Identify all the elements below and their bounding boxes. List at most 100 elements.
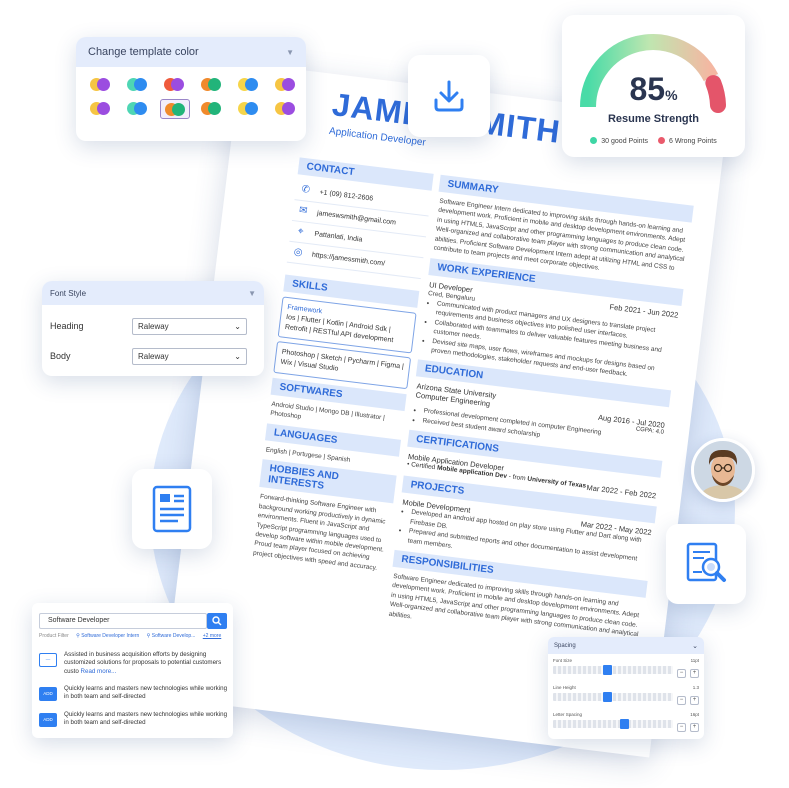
spacing-row: Letter Spacing 16pt − +	[553, 712, 699, 732]
legend-dot	[657, 137, 665, 144]
document-template-button[interactable]	[132, 469, 212, 549]
more-filters-link[interactable]: +2 more	[203, 633, 221, 639]
template-color-panel: Change template color ▼	[76, 37, 306, 141]
color-dot	[172, 103, 185, 116]
phone-text: +1 (09) 812-2606	[319, 188, 374, 203]
chevron-down-icon[interactable]: ▼	[248, 289, 256, 298]
font-style-title: Font Style	[50, 288, 87, 298]
increase-button[interactable]: +	[690, 723, 699, 732]
search-result-item: ADD Quickly learns and masters new techn…	[39, 685, 227, 702]
color-swatch[interactable]	[86, 99, 116, 119]
spacing-row-label: Font Size	[553, 658, 573, 663]
globe-icon: ◎	[293, 246, 304, 259]
spacing-row-labels: Line Height 1.3	[553, 685, 699, 690]
chevron-down-icon[interactable]: ⌄	[692, 642, 698, 650]
download-icon	[434, 80, 464, 112]
read-more-link[interactable]: Read more...	[81, 668, 117, 675]
result-text: Quickly learns and masters new technolog…	[64, 711, 228, 727]
good-points-legend: 30 good Points	[590, 137, 648, 145]
color-dot	[208, 78, 221, 91]
result-add-button[interactable]: ADD	[39, 713, 57, 727]
spacing-row-label: Line Height	[553, 685, 576, 690]
template-color-title: Change template color	[88, 46, 199, 58]
website-text: https://jamessmith.com/	[311, 251, 386, 268]
document-search-icon	[686, 542, 726, 582]
avatar[interactable]	[691, 438, 755, 502]
decrease-button[interactable]: −	[677, 696, 686, 705]
color-swatch[interactable]	[234, 75, 264, 95]
location-pin-icon: ⌖	[297, 225, 305, 238]
color-swatch[interactable]	[123, 75, 153, 95]
color-swatch[interactable]	[197, 99, 227, 119]
color-swatch[interactable]	[160, 75, 190, 95]
spacing-slider-track[interactable]	[553, 665, 673, 675]
search-button[interactable]	[207, 613, 227, 629]
color-swatch[interactable]	[160, 99, 190, 119]
increase-button[interactable]: +	[690, 669, 699, 678]
good-points-text: 30 good Points	[601, 138, 648, 145]
result-text: Quickly learns and masters new technolog…	[64, 685, 228, 701]
body-font-select[interactable]: Raleway ⌄	[132, 347, 247, 365]
spacing-slider-track[interactable]	[553, 719, 673, 729]
filter-chip[interactable]: ⚲ Software Developer Intern	[76, 633, 139, 639]
mail-icon: ✉	[298, 204, 309, 217]
spacing-panel: Spacing ⌄ Font Size 11pt − + Line Height 1.3−…	[548, 637, 704, 739]
spacing-slider-handle[interactable]	[603, 692, 612, 702]
decrease-button[interactable]: −	[677, 723, 686, 732]
search-filters: Product Filter ⚲ Software Developer Inte…	[39, 633, 221, 639]
user-avatar-icon	[694, 441, 752, 499]
font-style-header[interactable]: Font Style ▼	[42, 281, 264, 305]
decrease-button[interactable]: −	[677, 669, 686, 678]
strength-legend: 30 good Points 6 Wrong Points	[562, 137, 745, 145]
color-dot	[171, 78, 184, 91]
result-add-button[interactable]: ADD	[39, 687, 57, 701]
document-icon	[152, 485, 192, 533]
heading-font-select[interactable]: Raleway ⌄	[132, 317, 247, 335]
spacing-slider-track[interactable]	[553, 692, 673, 702]
email-text: jameswsmith@gmail.com	[316, 209, 397, 227]
spacing-row: Font Size 11pt − +	[553, 658, 699, 678]
spacing-row-label: Letter Spacing	[553, 712, 583, 717]
spacing-row-value: 1.3	[692, 685, 699, 690]
strength-number: 85	[629, 71, 666, 107]
resume-scan-button[interactable]	[666, 524, 746, 604]
strength-unit: %	[665, 87, 678, 103]
download-button[interactable]	[408, 55, 490, 137]
heading-font-value: Raleway	[138, 321, 169, 331]
resume-strength-card: 85% Resume Strength 30 good Points 6 Wro…	[562, 15, 745, 157]
spacing-row-value: 11pt	[690, 658, 699, 663]
filter-chip-label: Software Develop...	[151, 633, 196, 639]
spacing-slider-handle[interactable]	[603, 665, 612, 675]
color-swatch[interactable]	[86, 75, 116, 95]
color-dot	[97, 102, 110, 115]
filter-chip[interactable]: ⚲ Software Develop...	[147, 633, 196, 639]
spacing-slider-handle[interactable]	[620, 719, 629, 729]
spacing-header[interactable]: Spacing ⌄	[548, 637, 704, 654]
color-dot	[282, 102, 295, 115]
result-remove-button[interactable]: —	[39, 653, 57, 667]
skill-group-items: Photoshop | Sketch | Pycharm | Figma | W…	[280, 349, 405, 373]
certification-from-label: from	[512, 474, 526, 483]
color-swatch[interactable]	[197, 75, 227, 95]
stage: JAMES SMITH Application Developer CONTAC…	[0, 0, 789, 788]
legend-dot	[590, 137, 598, 144]
color-dot	[208, 102, 221, 115]
color-swatch[interactable]	[271, 75, 301, 95]
search-result-item: ADD Quickly learns and masters new techn…	[39, 711, 227, 728]
increase-button[interactable]: +	[690, 696, 699, 705]
chevron-down-icon: ⌄	[234, 351, 241, 361]
color-swatch[interactable]	[234, 99, 264, 119]
search-input[interactable]: Software Developer	[39, 613, 207, 629]
color-swatch[interactable]	[123, 99, 153, 119]
color-swatch[interactable]	[271, 99, 301, 119]
result-text: Assisted in business acquisition efforts…	[64, 651, 227, 676]
template-color-header[interactable]: Change template color ▼	[76, 37, 306, 67]
phrase-search-panel: Software Developer Product Filter ⚲ Soft…	[32, 603, 233, 738]
color-dot	[245, 102, 258, 115]
wrong-points-legend: 6 Wrong Points	[657, 137, 717, 145]
chevron-down-icon: ⌄	[234, 321, 241, 331]
resume-right-column: SUMMARY Software Engineer Intern dedicat…	[386, 170, 695, 654]
body-label: Body	[50, 351, 71, 361]
chevron-down-icon[interactable]: ▼	[286, 48, 294, 57]
body-font-row: Body Raleway ⌄	[42, 341, 264, 371]
